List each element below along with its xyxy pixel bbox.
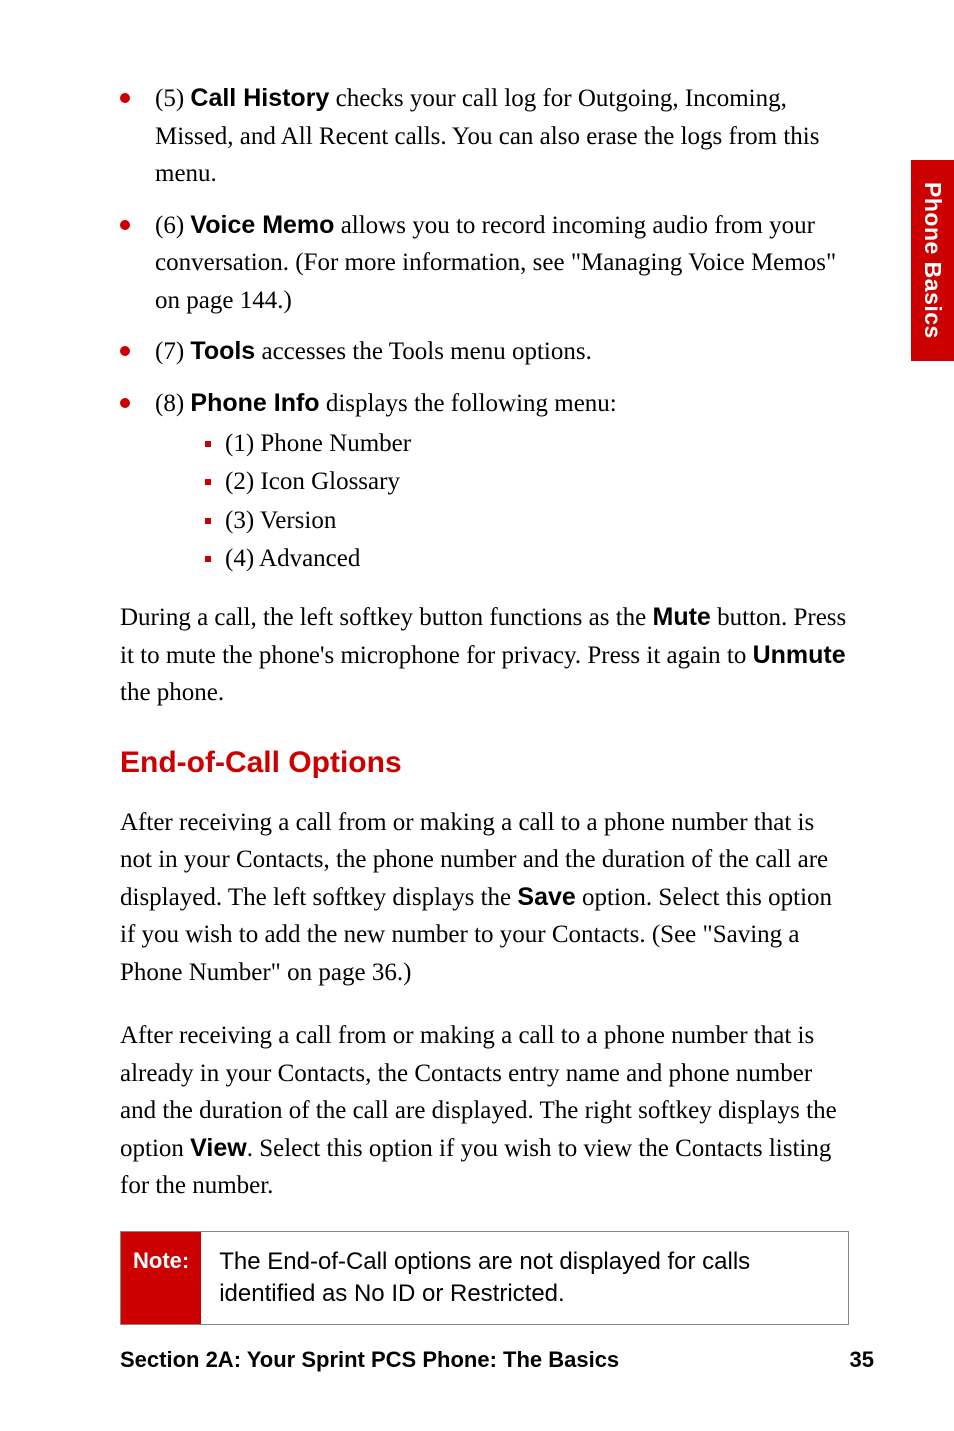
- note-label: Note:: [121, 1232, 201, 1325]
- item-bold: Voice Memo: [190, 211, 334, 239]
- list-item: (5) Call History checks your call log fo…: [120, 80, 849, 193]
- paragraph-mute: During a call, the left softkey button f…: [120, 599, 849, 712]
- sub-list-item: (1) Phone Number: [155, 426, 849, 462]
- item-prefix: (8): [155, 390, 190, 417]
- footer-section: Section 2A: Your Sprint PCS Phone: The B…: [120, 1347, 619, 1373]
- sub-list: (1) Phone Number (2) Icon Glossary (3) V…: [155, 426, 849, 577]
- item-bold: Call History: [190, 84, 329, 112]
- paragraph-view: After receiving a call from or making a …: [120, 1017, 849, 1205]
- item-rest: accesses the Tools menu options.: [255, 338, 592, 365]
- sub-list-item: (2) Icon Glossary: [155, 464, 849, 500]
- sub-list-item: (3) Version: [155, 503, 849, 539]
- item-bold: Tools: [190, 337, 255, 365]
- page-content: (5) Call History checks your call log fo…: [0, 0, 954, 1325]
- text: the phone.: [120, 679, 224, 706]
- bold-unmute: Unmute: [753, 641, 846, 669]
- text: During a call, the left softkey button f…: [120, 604, 653, 631]
- footer-page-number: 35: [850, 1347, 874, 1373]
- side-tab: Phone Basics: [911, 160, 954, 361]
- note-box: Note: The End-of-Call options are not di…: [120, 1231, 849, 1326]
- bold-mute: Mute: [653, 603, 711, 631]
- paragraph-save: After receiving a call from or making a …: [120, 804, 849, 992]
- bold-view: View: [190, 1134, 247, 1162]
- heading-end-of-call: End-of-Call Options: [120, 746, 849, 780]
- page-footer: Section 2A: Your Sprint PCS Phone: The B…: [120, 1347, 874, 1373]
- bold-save: Save: [517, 883, 575, 911]
- list-item: (7) Tools accesses the Tools menu option…: [120, 333, 849, 371]
- note-text: The End-of-Call options are not displaye…: [201, 1232, 848, 1325]
- list-item: (6) Voice Memo allows you to record inco…: [120, 207, 849, 320]
- item-prefix: (5): [155, 85, 190, 112]
- item-rest: displays the following menu:: [320, 390, 617, 417]
- item-bold: Phone Info: [190, 389, 319, 417]
- item-prefix: (6): [155, 212, 190, 239]
- list-item: (8) Phone Info displays the following me…: [120, 385, 849, 578]
- item-prefix: (7): [155, 338, 190, 365]
- main-bullet-list: (5) Call History checks your call log fo…: [120, 80, 849, 577]
- sub-list-item: (4) Advanced: [155, 541, 849, 577]
